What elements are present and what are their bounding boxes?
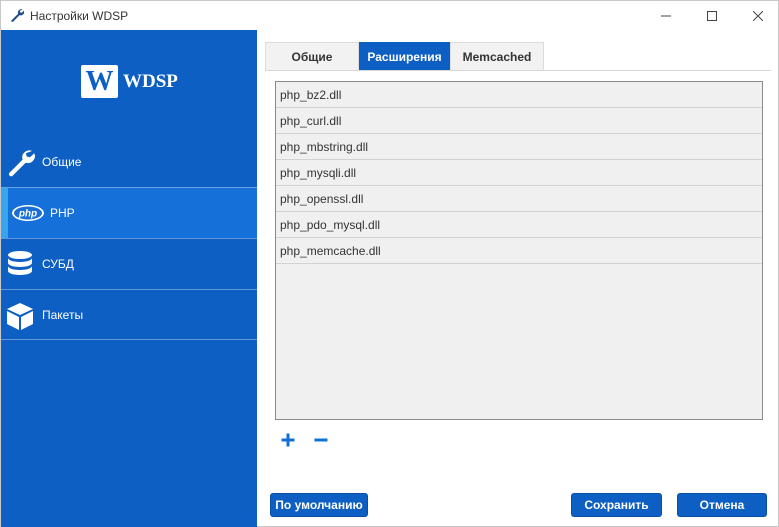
sidebar-item-packages[interactable]: Пакеты [1,289,257,340]
list-item[interactable]: php_pdo_mysql.dll [276,212,762,238]
plus-icon [281,433,295,447]
wdsp-logo: W WDSP [81,65,178,98]
reset-defaults-button[interactable]: По умолчанию [270,493,368,517]
minus-icon [314,438,328,442]
tab-memcached[interactable]: Memcached [450,42,544,71]
tab-divider [265,70,771,71]
package-icon [4,300,36,332]
tab-bar: Общие Расширения Memcached [265,42,544,71]
sidebar-item-label: Пакеты [42,308,84,322]
sidebar-item-label: Общие [42,154,82,169]
cancel-button[interactable]: Отмена [677,493,767,517]
window-title: Настройки WDSP [30,9,129,23]
tab-extensions[interactable]: Расширения [359,42,450,71]
list-item[interactable]: php_openssl.dll [276,186,762,212]
maximize-button[interactable] [689,1,735,30]
tab-general[interactable]: Общие [265,42,359,71]
list-item[interactable]: php_memcache.dll [276,238,762,264]
maximize-icon [707,10,717,21]
logo-text: WDSP [123,70,178,92]
database-icon [4,249,36,281]
list-item[interactable]: php_mysqli.dll [276,160,762,186]
sidebar-item-label: PHP [50,206,75,220]
sidebar: W WDSP Общие php PHP СУБД Пакеты [1,30,257,527]
minimize-icon [661,15,671,16]
php-icon-text: php [18,209,37,220]
title-bar: Настройки WDSP [1,1,778,30]
sidebar-divider [1,339,257,340]
php-icon: php [11,197,45,229]
close-button[interactable] [735,1,779,30]
list-item[interactable]: php_bz2.dll [276,82,762,108]
minimize-button[interactable] [643,1,689,30]
sidebar-item-php[interactable]: php PHP [1,187,257,238]
add-button[interactable] [279,431,297,449]
logo-mark: W [81,65,118,98]
extensions-list[interactable]: php_bz2.dll php_curl.dll php_mbstring.dll p… [275,81,763,420]
save-button[interactable]: Сохранить [571,493,662,517]
close-icon [753,10,763,21]
sidebar-item-dbms[interactable]: СУБД [1,238,257,289]
wrench-icon [10,8,25,22]
wrench-icon [5,146,37,178]
settings-window: Настройки WDSP W WDSP Общие php PHP СУБД… [0,0,779,527]
sidebar-item-label: СУБД [42,257,74,271]
active-marker [1,188,8,238]
list-item[interactable]: php_mbstring.dll [276,134,762,160]
sidebar-item-general[interactable]: Общие [1,136,257,187]
list-item[interactable]: php_curl.dll [276,108,762,134]
remove-button[interactable] [312,431,330,449]
